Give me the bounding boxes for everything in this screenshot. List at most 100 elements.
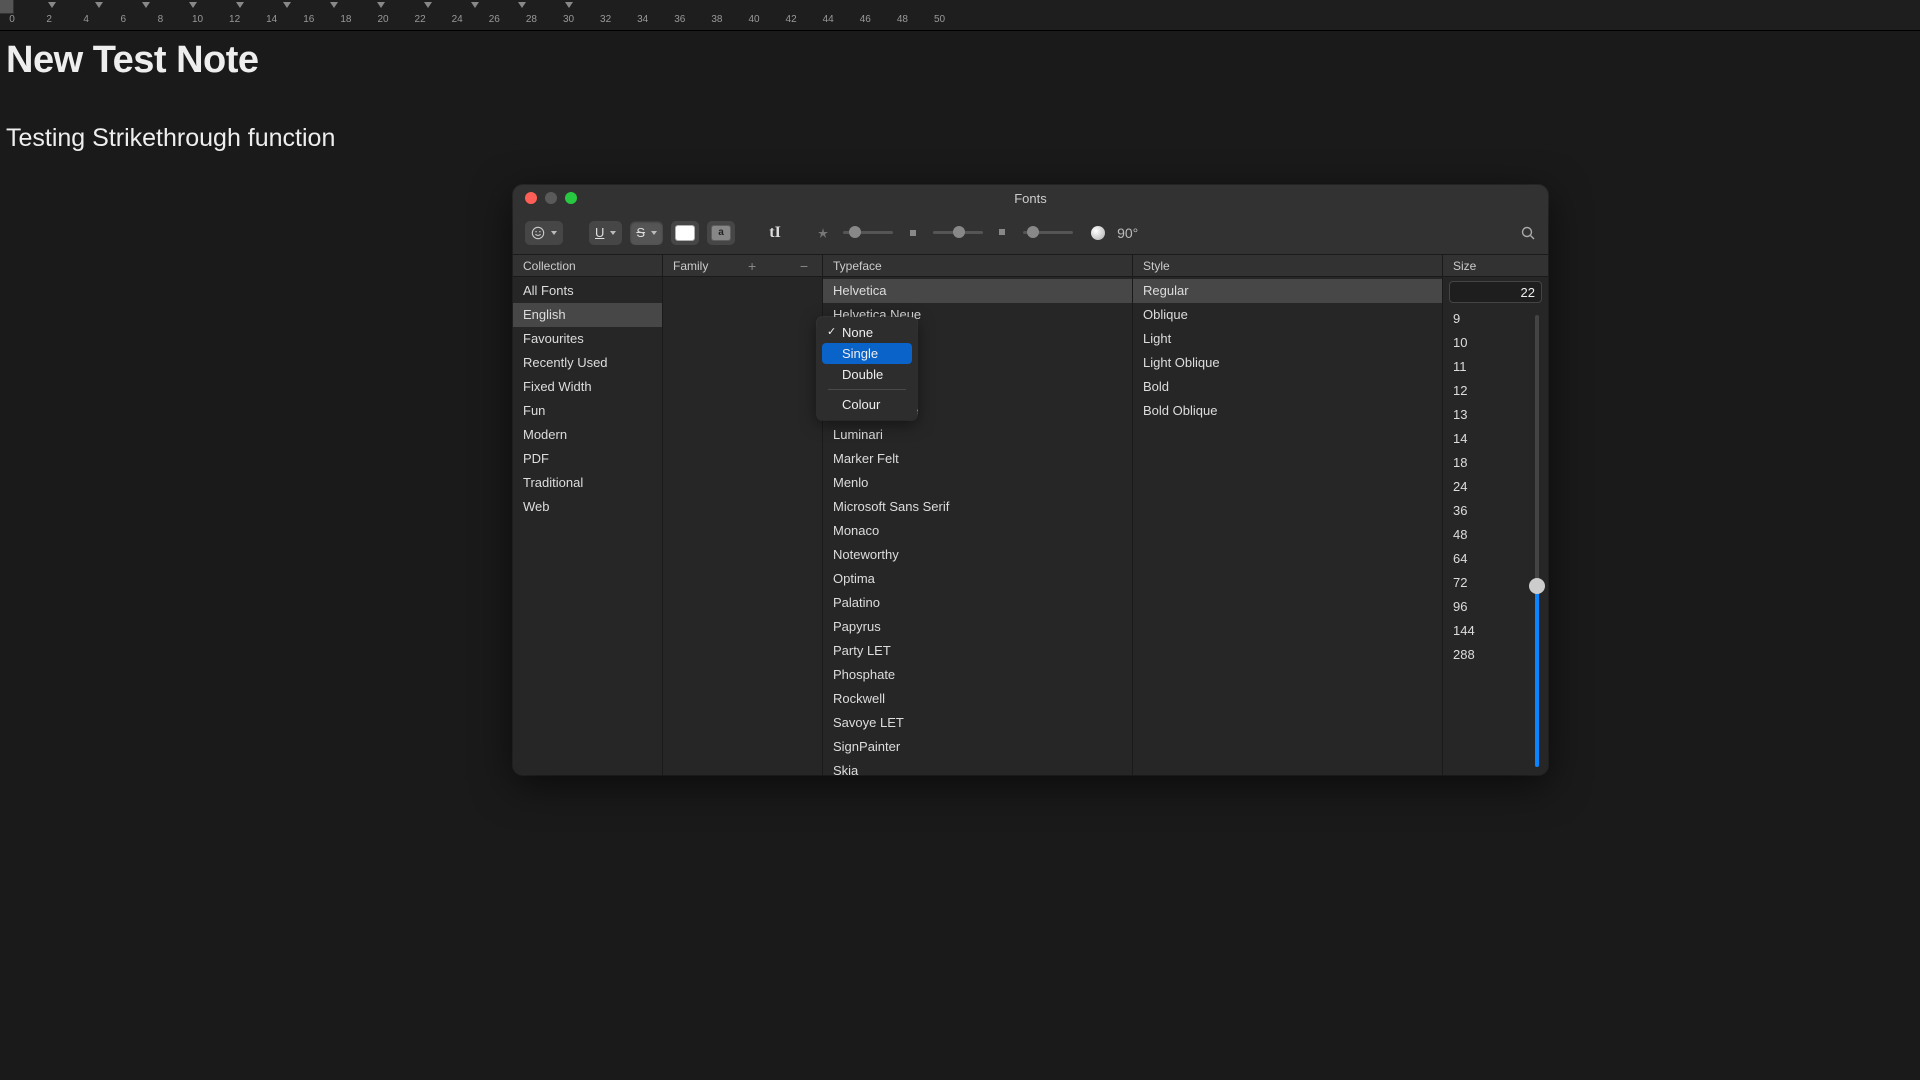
size-list[interactable]: 9101112131418243648647296144288	[1443, 307, 1526, 775]
collection-header[interactable]: Collection	[513, 255, 662, 277]
typeface-item[interactable]: Microsoft Sans Serif	[823, 495, 1132, 519]
size-slider[interactable]	[1526, 307, 1548, 775]
ruler-tab-stops[interactable]	[0, 0, 1920, 12]
collection-item[interactable]: Fixed Width	[513, 375, 662, 399]
strikethrough-menu[interactable]: None Single Double Colour	[817, 317, 917, 420]
typeface-item[interactable]: Optima	[823, 567, 1132, 591]
collection-item[interactable]: English	[513, 303, 662, 327]
shadow-blur-slider[interactable]	[933, 231, 983, 234]
document-color-button[interactable]: a	[707, 221, 735, 245]
size-item[interactable]: 13	[1443, 403, 1526, 427]
document-title[interactable]: New Test Note	[6, 39, 1914, 82]
size-item[interactable]: 24	[1443, 475, 1526, 499]
size-item[interactable]: 36	[1443, 499, 1526, 523]
typography-button[interactable]: tI	[761, 221, 789, 245]
typeface-item[interactable]: Monaco	[823, 519, 1132, 543]
typeface-item[interactable]: Helvetica	[823, 279, 1132, 303]
strikethrough-single[interactable]: Single	[822, 343, 912, 364]
size-item[interactable]: 12	[1443, 379, 1526, 403]
size-item[interactable]: 72	[1443, 571, 1526, 595]
tab-stop-icon[interactable]	[424, 2, 432, 8]
typeface-item[interactable]: Rockwell	[823, 687, 1132, 711]
typeface-item[interactable]: Marker Felt	[823, 447, 1132, 471]
typeface-item[interactable]: Noteworthy	[823, 543, 1132, 567]
tab-stop-icon[interactable]	[142, 2, 150, 8]
collection-list[interactable]: All FontsEnglishFavouritesRecently UsedF…	[513, 277, 662, 775]
style-item[interactable]: Light Oblique	[1133, 351, 1442, 375]
typeface-item[interactable]: Luminari	[823, 423, 1132, 447]
size-item[interactable]: 14	[1443, 427, 1526, 451]
typeface-item[interactable]: Savoye LET	[823, 711, 1132, 735]
collection-item[interactable]: PDF	[513, 447, 662, 471]
close-window-button[interactable]	[525, 192, 537, 204]
typeface-item[interactable]: Party LET	[823, 639, 1132, 663]
strikethrough-double[interactable]: Double	[822, 364, 912, 385]
size-item[interactable]: 288	[1443, 643, 1526, 667]
tab-stop-icon[interactable]	[471, 2, 479, 8]
chevron-down-icon	[551, 231, 557, 235]
shadow-opacity-slider[interactable]	[843, 231, 893, 234]
collection-item[interactable]: Web	[513, 495, 662, 519]
strikethrough-colour[interactable]: Colour	[822, 394, 912, 415]
panel-titlebar[interactable]: Fonts	[513, 185, 1548, 211]
style-item[interactable]: Light	[1133, 327, 1442, 351]
family-header[interactable]: Family + −	[663, 255, 822, 277]
typeface-item[interactable]: Phosphate	[823, 663, 1132, 687]
zoom-window-button[interactable]	[565, 192, 577, 204]
typeface-item[interactable]: Papyrus	[823, 615, 1132, 639]
size-header[interactable]: Size	[1443, 255, 1548, 277]
minimize-window-button[interactable]	[545, 192, 557, 204]
tab-stop-icon[interactable]	[95, 2, 103, 8]
tab-stop-icon[interactable]	[236, 2, 244, 8]
strikethrough-none[interactable]: None	[822, 322, 912, 343]
typeface-item[interactable]: SignPainter	[823, 735, 1132, 759]
style-header[interactable]: Style	[1133, 255, 1442, 277]
family-list[interactable]	[663, 277, 822, 775]
underline-button[interactable]: U	[589, 221, 622, 245]
size-item[interactable]: 9	[1443, 307, 1526, 331]
text-color-button[interactable]	[671, 221, 699, 245]
tab-stop-icon[interactable]	[330, 2, 338, 8]
shadow-offset-slider[interactable]	[1023, 231, 1073, 234]
fonts-panel[interactable]: Fonts U S a tI 90°	[513, 185, 1548, 775]
style-item[interactable]: Bold Oblique	[1133, 399, 1442, 423]
tab-stop-icon[interactable]	[283, 2, 291, 8]
size-item[interactable]: 48	[1443, 523, 1526, 547]
tab-stop-icon[interactable]	[377, 2, 385, 8]
collection-item[interactable]: Traditional	[513, 471, 662, 495]
size-item[interactable]: 18	[1443, 451, 1526, 475]
style-list[interactable]: RegularObliqueLightLight ObliqueBoldBold…	[1133, 277, 1442, 775]
collection-item[interactable]: Modern	[513, 423, 662, 447]
strikethrough-button[interactable]: S	[630, 221, 663, 245]
size-item[interactable]: 11	[1443, 355, 1526, 379]
typeface-item[interactable]: Skia	[823, 759, 1132, 775]
remove-family-button[interactable]: −	[796, 258, 812, 274]
font-effects-button[interactable]	[525, 221, 563, 245]
size-input[interactable]	[1449, 281, 1542, 303]
collection-item[interactable]: Recently Used	[513, 351, 662, 375]
ruler[interactable]: 0246810121416182022242628303234363840424…	[0, 0, 1920, 31]
search-icon[interactable]	[1520, 225, 1536, 241]
shadow-angle-wheel[interactable]	[1091, 226, 1105, 240]
collection-item[interactable]: All Fonts	[513, 279, 662, 303]
style-item[interactable]: Bold	[1133, 375, 1442, 399]
size-item[interactable]: 144	[1443, 619, 1526, 643]
typeface-header[interactable]: Typeface	[823, 255, 1132, 277]
typeface-item[interactable]: Menlo	[823, 471, 1132, 495]
typeface-item[interactable]: Palatino	[823, 591, 1132, 615]
size-item[interactable]: 96	[1443, 595, 1526, 619]
size-item[interactable]: 64	[1443, 547, 1526, 571]
size-item[interactable]: 10	[1443, 331, 1526, 355]
tab-stop-icon[interactable]	[189, 2, 197, 8]
add-family-button[interactable]: +	[744, 258, 760, 274]
collection-item[interactable]: Favourites	[513, 327, 662, 351]
tab-stop-icon[interactable]	[48, 2, 56, 8]
size-slider-knob[interactable]	[1529, 578, 1545, 594]
style-item[interactable]: Regular	[1133, 279, 1442, 303]
tab-stop-icon[interactable]	[518, 2, 526, 8]
document-body[interactable]: Testing Strikethrough function	[6, 124, 1914, 153]
collection-item[interactable]: Fun	[513, 399, 662, 423]
document-area[interactable]: New Test Note Testing Strikethrough func…	[0, 31, 1920, 161]
tab-stop-icon[interactable]	[565, 2, 573, 8]
style-item[interactable]: Oblique	[1133, 303, 1442, 327]
